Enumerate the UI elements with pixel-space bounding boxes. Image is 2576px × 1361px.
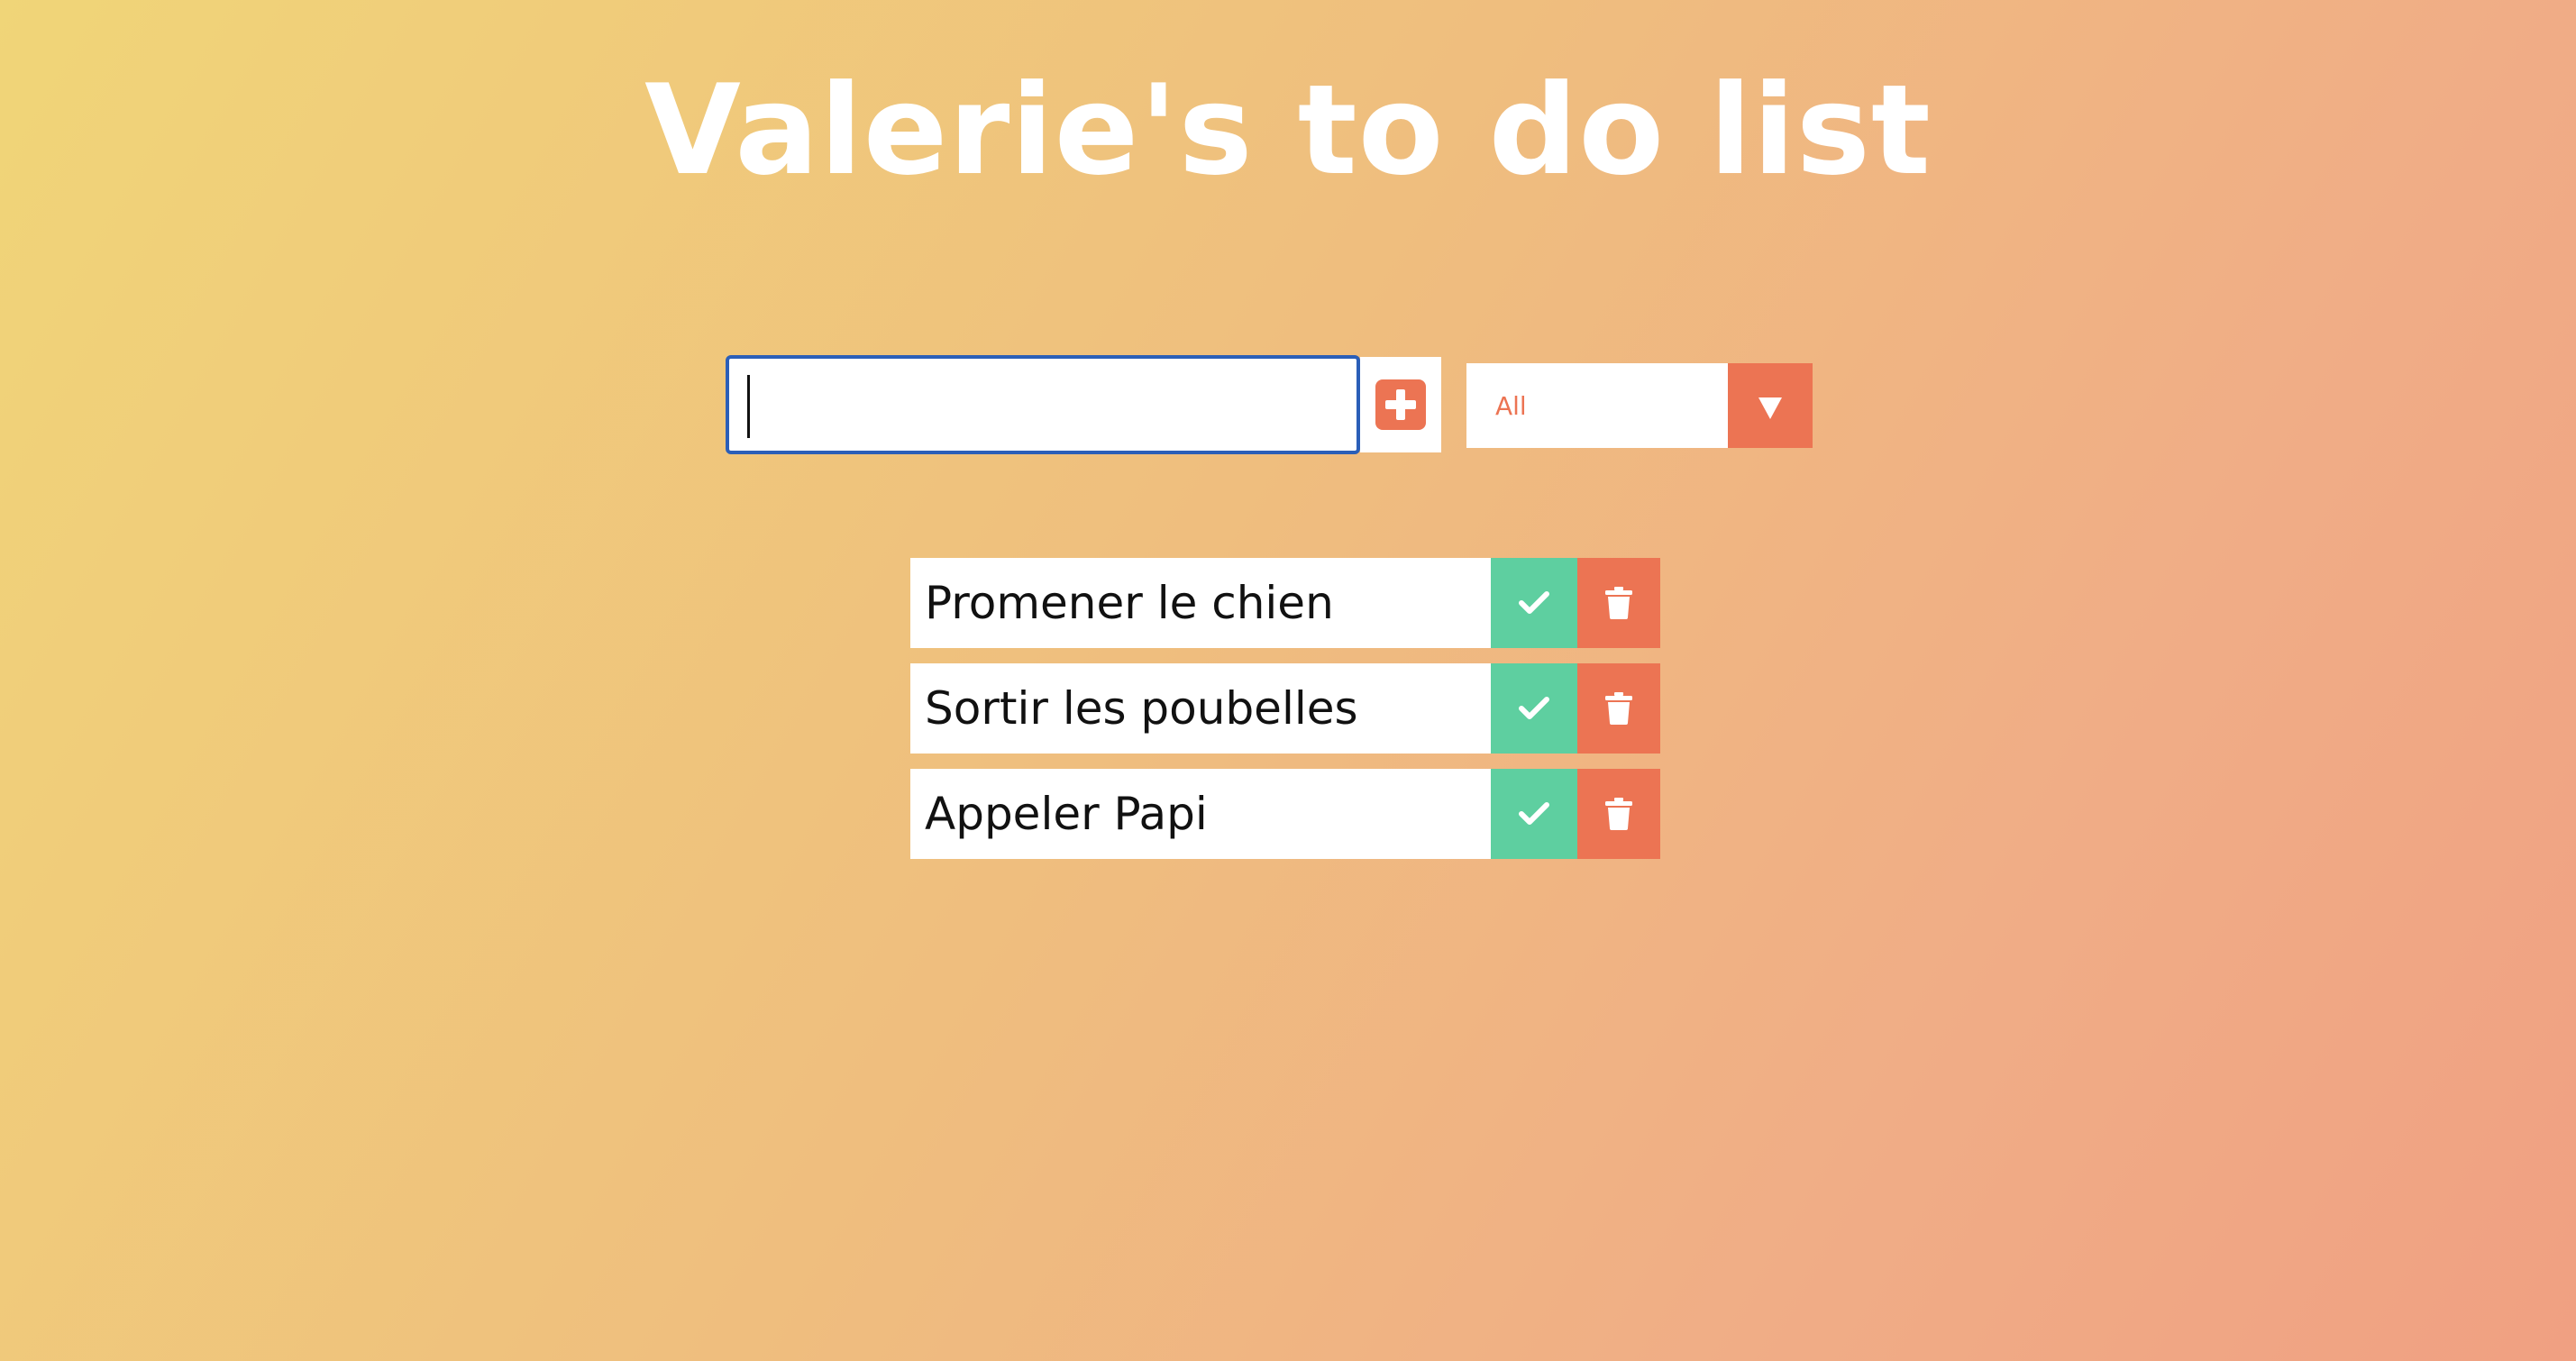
check-icon (1519, 802, 1549, 825)
todo-item: Promener le chien (910, 558, 1660, 648)
trash-icon (1605, 587, 1632, 619)
delete-button[interactable] (1577, 663, 1660, 754)
trash-icon (1605, 692, 1632, 725)
todo-input[interactable] (726, 355, 1360, 454)
complete-button[interactable] (1491, 558, 1577, 648)
add-todo-button[interactable] (1360, 357, 1441, 452)
todo-list: Promener le chien Sortir les poubelles A… (910, 558, 1660, 874)
check-icon (1519, 697, 1549, 719)
trash-icon (1605, 798, 1632, 830)
add-todo-form (726, 355, 1441, 454)
filter-dropdown-button[interactable] (1728, 363, 1813, 448)
filter-select[interactable]: All (1466, 363, 1813, 448)
page-title: Valerie's to do list (644, 58, 1932, 203)
todo-item-text: Promener le chien (910, 558, 1491, 648)
todo-item-text: Appeler Papi (910, 769, 1491, 859)
filter-selected-value: All (1466, 363, 1728, 448)
complete-button[interactable] (1491, 663, 1577, 754)
complete-button[interactable] (1491, 769, 1577, 859)
caret-down-icon (1758, 397, 1782, 419)
delete-button[interactable] (1577, 558, 1660, 648)
plus-square-icon (1375, 379, 1426, 430)
check-icon (1519, 591, 1549, 614)
todo-item: Sortir les poubelles (910, 663, 1660, 754)
delete-button[interactable] (1577, 769, 1660, 859)
todo-item: Appeler Papi (910, 769, 1660, 859)
text-caret (747, 375, 750, 438)
todo-item-text: Sortir les poubelles (910, 663, 1491, 754)
